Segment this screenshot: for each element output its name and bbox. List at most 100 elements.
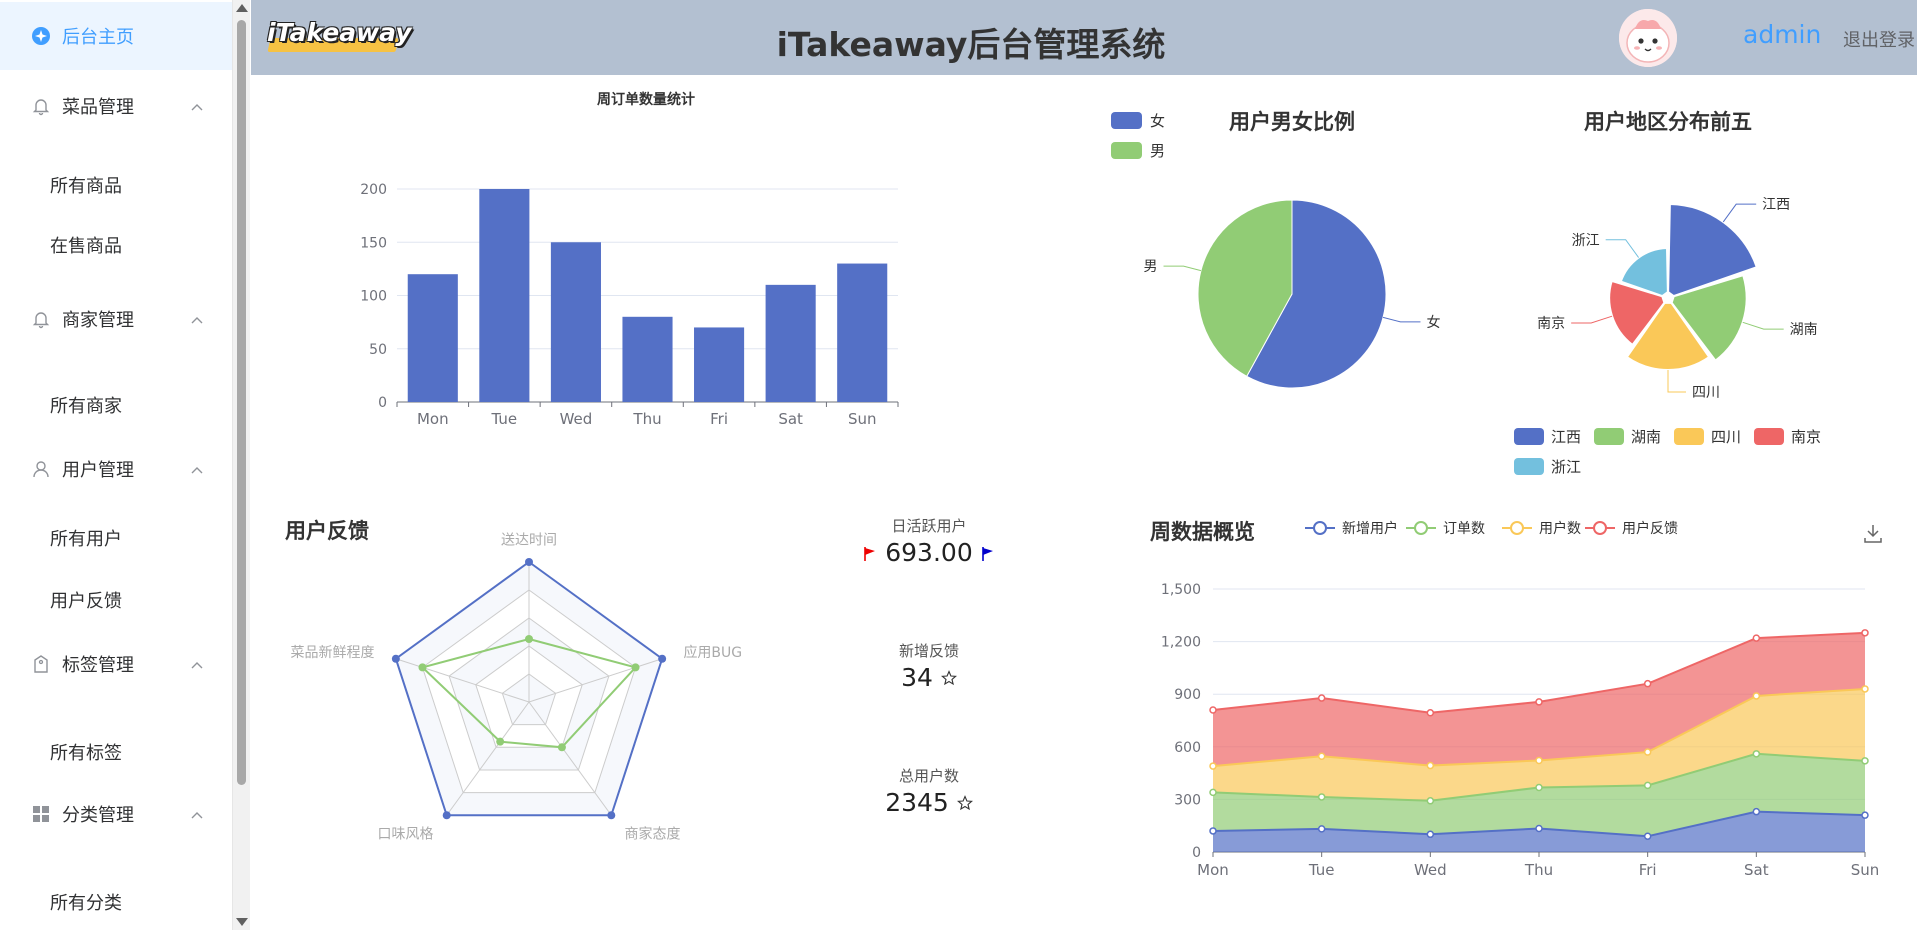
area-point[interactable] [1209, 706, 1217, 714]
area-point[interactable] [1535, 783, 1543, 792]
submenu-item[interactable]: 所有标签 [0, 724, 232, 780]
area-point[interactable] [1643, 748, 1652, 756]
area-point[interactable] [1535, 824, 1543, 833]
area-point[interactable] [1317, 694, 1326, 702]
area-point[interactable] [1752, 807, 1761, 816]
legend-label: 用户反馈 [1622, 520, 1678, 537]
bar[interactable] [550, 242, 601, 402]
menu-group-2[interactable]: 用户管理 [0, 435, 232, 503]
radar-indicator-label: 应用BUG [683, 644, 742, 661]
region-rose-chart: 用户地区分布前五 江西 湖南 四川 南京 浙江 江西 湖南 四川 南京 浙江 [1480, 100, 1900, 490]
legend-swatch[interactable] [1594, 428, 1624, 445]
scroll-down-arrow-icon[interactable] [236, 918, 248, 926]
bar[interactable] [407, 274, 458, 402]
legend-swatch[interactable] [1111, 142, 1142, 159]
legend-marker[interactable] [1313, 521, 1327, 535]
logout-button[interactable]: 退出登录 [1843, 26, 1915, 52]
area-point[interactable] [1317, 793, 1326, 801]
legend-swatch[interactable] [1674, 428, 1704, 445]
radar-point[interactable] [557, 743, 566, 752]
menu-item-home[interactable]: 后台主页 [0, 2, 232, 70]
area-point[interactable] [1426, 761, 1435, 770]
chevron-up-icon[interactable] [190, 462, 204, 476]
legend-swatch[interactable] [1111, 112, 1142, 129]
label-line [1667, 370, 1686, 393]
area-point[interactable] [1535, 698, 1543, 706]
area-point[interactable] [1752, 750, 1761, 758]
scroll-thumb[interactable] [237, 20, 246, 785]
username-link[interactable]: admin [1743, 20, 1821, 49]
page-title: iTakeaway后台管理系统 [776, 25, 1166, 64]
radar-point[interactable] [525, 558, 533, 566]
radar-point[interactable] [442, 811, 451, 820]
feedback-radar-chart: 用户反馈 送达时间 应用BUG 商家态度 口味风格 菜品新鲜程度 [270, 505, 770, 850]
region-rose-svg: 用户地区分布前五江西湖南四川南京浙江江西 湖南 四川 南京浙江 [1514, 110, 1821, 476]
submenu-item[interactable]: 用户反馈 [0, 572, 232, 628]
stat-total-users: 总用户数 2345 [829, 765, 1029, 817]
area-point[interactable] [1426, 830, 1435, 839]
submenu-item[interactable]: 所有商家 [0, 377, 232, 433]
label-line [1605, 239, 1640, 258]
chevron-up-icon[interactable] [190, 807, 204, 821]
area-point[interactable] [1861, 685, 1869, 693]
area-point[interactable] [1643, 781, 1652, 790]
area-point[interactable] [1317, 825, 1326, 833]
area-point[interactable] [1752, 634, 1761, 642]
radar-point[interactable] [658, 654, 667, 663]
area-point[interactable] [1752, 692, 1761, 700]
area-point[interactable] [1209, 827, 1217, 835]
bar[interactable] [694, 327, 745, 402]
area-point[interactable] [1643, 832, 1652, 840]
star-icon [956, 795, 973, 811]
submenu-item[interactable]: 所有用户 [0, 510, 232, 566]
radar-point[interactable] [631, 663, 640, 672]
legend-marker[interactable] [1593, 521, 1607, 535]
legend-marker[interactable] [1510, 521, 1524, 535]
area-point[interactable] [1426, 797, 1435, 805]
radar-point[interactable] [391, 654, 400, 663]
scroll-up-arrow-icon[interactable] [236, 4, 248, 12]
sidebar-scrollbar[interactable] [233, 0, 250, 930]
chart-title: 周订单数量统计 [597, 91, 695, 108]
download-icon[interactable] [1864, 525, 1882, 543]
legend-swatch[interactable] [1754, 428, 1784, 445]
legend-swatch[interactable] [1514, 458, 1544, 475]
radar-indicator-label: 送达时间 [501, 533, 557, 549]
area-point[interactable] [1861, 811, 1869, 819]
radar-point[interactable] [525, 635, 533, 643]
radar-indicator-label: 商家态度 [624, 825, 680, 842]
radar-point[interactable] [607, 811, 616, 820]
bar[interactable] [622, 316, 673, 402]
area-point[interactable] [1209, 762, 1217, 770]
menu-group-1[interactable]: 商家管理 [0, 285, 232, 353]
top-header: iTakeaway iTakeaway后台管理系统 admin 退出登录 [251, 0, 1917, 75]
x-tick-label: Sun [1851, 861, 1880, 879]
menu-group-3[interactable]: 标签管理 [0, 630, 232, 698]
chevron-up-icon[interactable] [190, 312, 204, 326]
area-point[interactable] [1317, 752, 1326, 761]
submenu-item[interactable]: 所有分类 [0, 874, 232, 930]
area-point[interactable] [1535, 756, 1543, 765]
avatar[interactable] [1619, 9, 1677, 67]
bar[interactable] [479, 189, 530, 402]
chevron-up-icon[interactable] [190, 99, 204, 113]
stat-value: 693.00 [829, 538, 1029, 567]
bar[interactable] [765, 284, 816, 402]
menu-group-4[interactable]: 分类管理 [0, 780, 232, 848]
area-point[interactable] [1426, 709, 1435, 717]
menu-group-0[interactable]: 菜品管理 [0, 72, 232, 140]
chevron-up-icon[interactable] [190, 657, 204, 671]
area-point[interactable] [1643, 679, 1652, 688]
submenu-item[interactable]: 所有商品 [0, 157, 232, 213]
radar-point[interactable] [418, 663, 427, 672]
area-point[interactable] [1861, 629, 1869, 637]
area-chart-svg: 周数据概览 新增用户 订单数 用户数 用户反馈 0 300 600 900 1,200 1,500 M… [1150, 520, 1882, 879]
area-point[interactable] [1861, 757, 1869, 765]
legend-swatch[interactable] [1514, 428, 1544, 445]
radar-point[interactable] [496, 737, 505, 746]
y-tick-label: 200 [360, 182, 387, 198]
submenu-item[interactable]: 在售商品 [0, 217, 232, 273]
bar[interactable] [837, 263, 888, 402]
legend-marker[interactable] [1414, 521, 1428, 535]
area-point[interactable] [1209, 788, 1217, 797]
